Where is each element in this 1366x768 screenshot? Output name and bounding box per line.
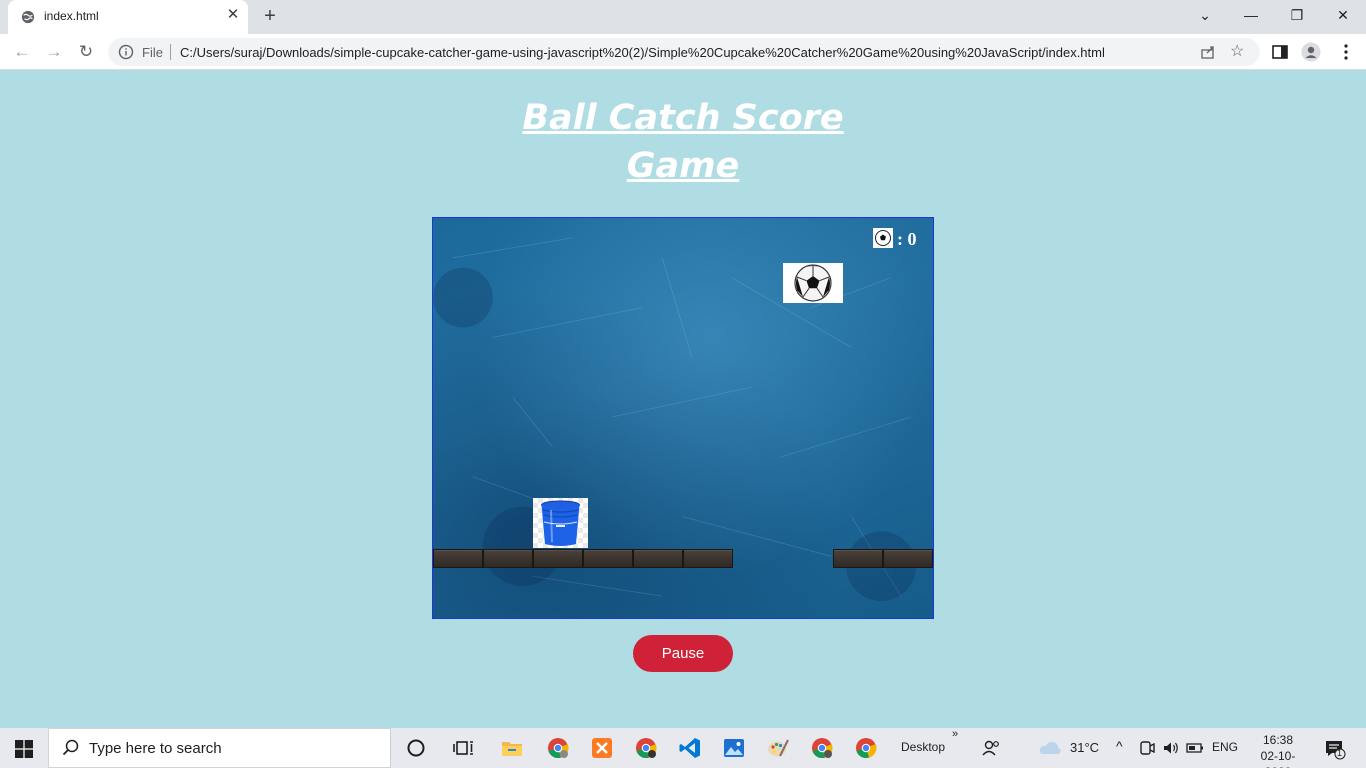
chrome-profile-3-icon[interactable] [810,736,834,760]
input-language[interactable]: ENG [1212,740,1238,754]
floor-brick [883,549,933,568]
people-icon[interactable] [981,738,1001,758]
volume-icon[interactable] [1162,739,1180,757]
new-tab-button[interactable]: + [258,4,282,28]
page-title-line-2: Game [626,146,740,186]
cortana-icon[interactable] [404,736,428,760]
game-canvas[interactable]: : 0 [432,217,934,619]
tab-strip: index.html ✕ + ⌄ — ❐ ✕ [0,0,1366,34]
weather-temperature[interactable]: 31°C [1070,740,1099,755]
windows-start-icon[interactable] [14,739,34,759]
window-close-button[interactable]: ✕ [1320,0,1366,30]
windows-taskbar: Type here to search Desktop » 31°C ^ ENG… [0,728,1366,768]
chrome-profile-2-icon[interactable] [634,736,658,760]
clock-date: 02-10-2022 [1260,749,1296,768]
photos-icon[interactable] [722,736,746,760]
floor-brick [633,549,683,568]
floor-brick [683,549,733,568]
floor-brick [833,549,883,568]
url-text[interactable]: C:/Users/suraj/Downloads/simple-cupcake-… [180,45,1105,60]
address-scheme-label: File [142,45,163,60]
chrome-profile-icon[interactable] [546,736,570,760]
score-value: : 0 [897,229,917,249]
restore-button[interactable]: ❐ [1274,0,1320,30]
share-icon[interactable] [1200,44,1216,60]
side-panel-icon[interactable] [1270,42,1290,62]
floor-brick [533,549,583,568]
notification-center-icon[interactable] [1324,738,1346,760]
tray-overflow-chevron-icon[interactable]: ^ [1116,738,1123,754]
desktop-toolbar-label[interactable]: Desktop [901,740,945,754]
page-title-line-1: Ball Catch Score [522,98,844,138]
paint-icon[interactable] [766,736,790,760]
globe-icon [21,10,35,24]
address-bar[interactable]: File C:/Users/suraj/Downloads/simple-cup… [108,38,1260,66]
tab-close-button[interactable]: ✕ [224,6,242,24]
chrome-icon[interactable] [854,736,878,760]
browser-toolbar: ← → ↻ File C:/Users/suraj/Downloads/simp… [0,34,1366,70]
system-clock[interactable]: 16:38 02-10-2022 [1248,732,1308,768]
xampp-icon[interactable] [590,736,614,760]
meet-now-icon[interactable] [1138,739,1156,757]
tab-search-button[interactable]: ⌄ [1182,0,1228,30]
forward-button[interactable]: → [42,40,66,64]
floor-brick [433,549,483,568]
task-view-icon[interactable] [452,736,476,760]
info-icon[interactable] [118,44,134,60]
weather-cloud-icon[interactable] [1038,738,1062,758]
blue-bucket-catcher[interactable] [533,498,588,548]
taskbar-search-placeholder: Type here to search [89,740,222,757]
bookmark-star-icon[interactable]: ☆ [1230,41,1244,61]
back-button[interactable]: ← [10,40,34,64]
tab-index-html[interactable]: index.html ✕ [8,0,248,34]
desktop-toolbar-chevron[interactable]: » [952,728,958,740]
taskbar-search-box[interactable]: Type here to search [48,728,391,768]
reload-button[interactable]: ↻ [74,40,98,64]
menu-kebab-icon[interactable] [1336,42,1356,62]
minimize-button[interactable]: — [1228,0,1274,30]
floor-brick [483,549,533,568]
falling-soccer-ball [783,263,843,303]
notification-count: 1 [1337,748,1343,758]
vscode-icon[interactable] [678,736,702,760]
file-explorer-icon[interactable] [500,736,524,760]
clock-time: 16:38 [1262,733,1294,747]
address-separator [170,44,171,60]
soccer-ball-score-icon [873,228,893,248]
profile-avatar-icon[interactable] [1301,42,1321,62]
floor-brick [583,549,633,568]
page-title: Ball Catch Score Game [483,94,883,190]
battery-icon[interactable] [1186,739,1204,757]
pause-button[interactable]: Pause [633,635,733,672]
tab-title: index.html [44,9,99,23]
search-icon [62,739,79,756]
